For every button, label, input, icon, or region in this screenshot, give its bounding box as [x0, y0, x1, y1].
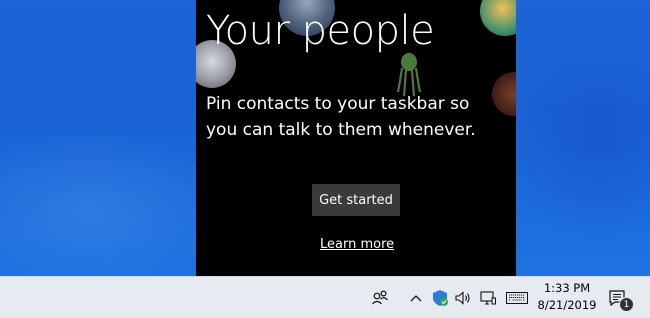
flyout-title: Your people — [206, 8, 435, 54]
wallpaper-shade — [500, 40, 650, 240]
get-started-button[interactable]: Get started — [312, 184, 400, 216]
taskbar: 1:33 PM 8/21/2019 1 — [0, 276, 650, 318]
people-icon[interactable] — [368, 277, 392, 318]
touch-keyboard-icon[interactable] — [504, 277, 530, 318]
chevron-up-icon[interactable] — [408, 277, 424, 318]
clock-date: 8/21/2019 — [537, 298, 597, 312]
action-center-icon[interactable]: 1 — [606, 277, 634, 318]
clock-time: 1:33 PM — [543, 281, 591, 295]
volume-icon[interactable] — [454, 277, 472, 318]
learn-more-link[interactable]: Learn more — [320, 237, 394, 252]
windows-defender-icon[interactable] — [430, 277, 450, 318]
flyout-description: Pin contacts to your taskbar so you can … — [206, 94, 476, 140]
people-flyout: Your people Pin contacts to your taskbar… — [196, 0, 516, 276]
system-clock[interactable]: 1:33 PM 8/21/2019 — [532, 280, 602, 316]
contact-avatar — [480, 0, 516, 36]
notification-count-badge: 1 — [619, 297, 634, 312]
network-icon[interactable] — [478, 277, 498, 318]
